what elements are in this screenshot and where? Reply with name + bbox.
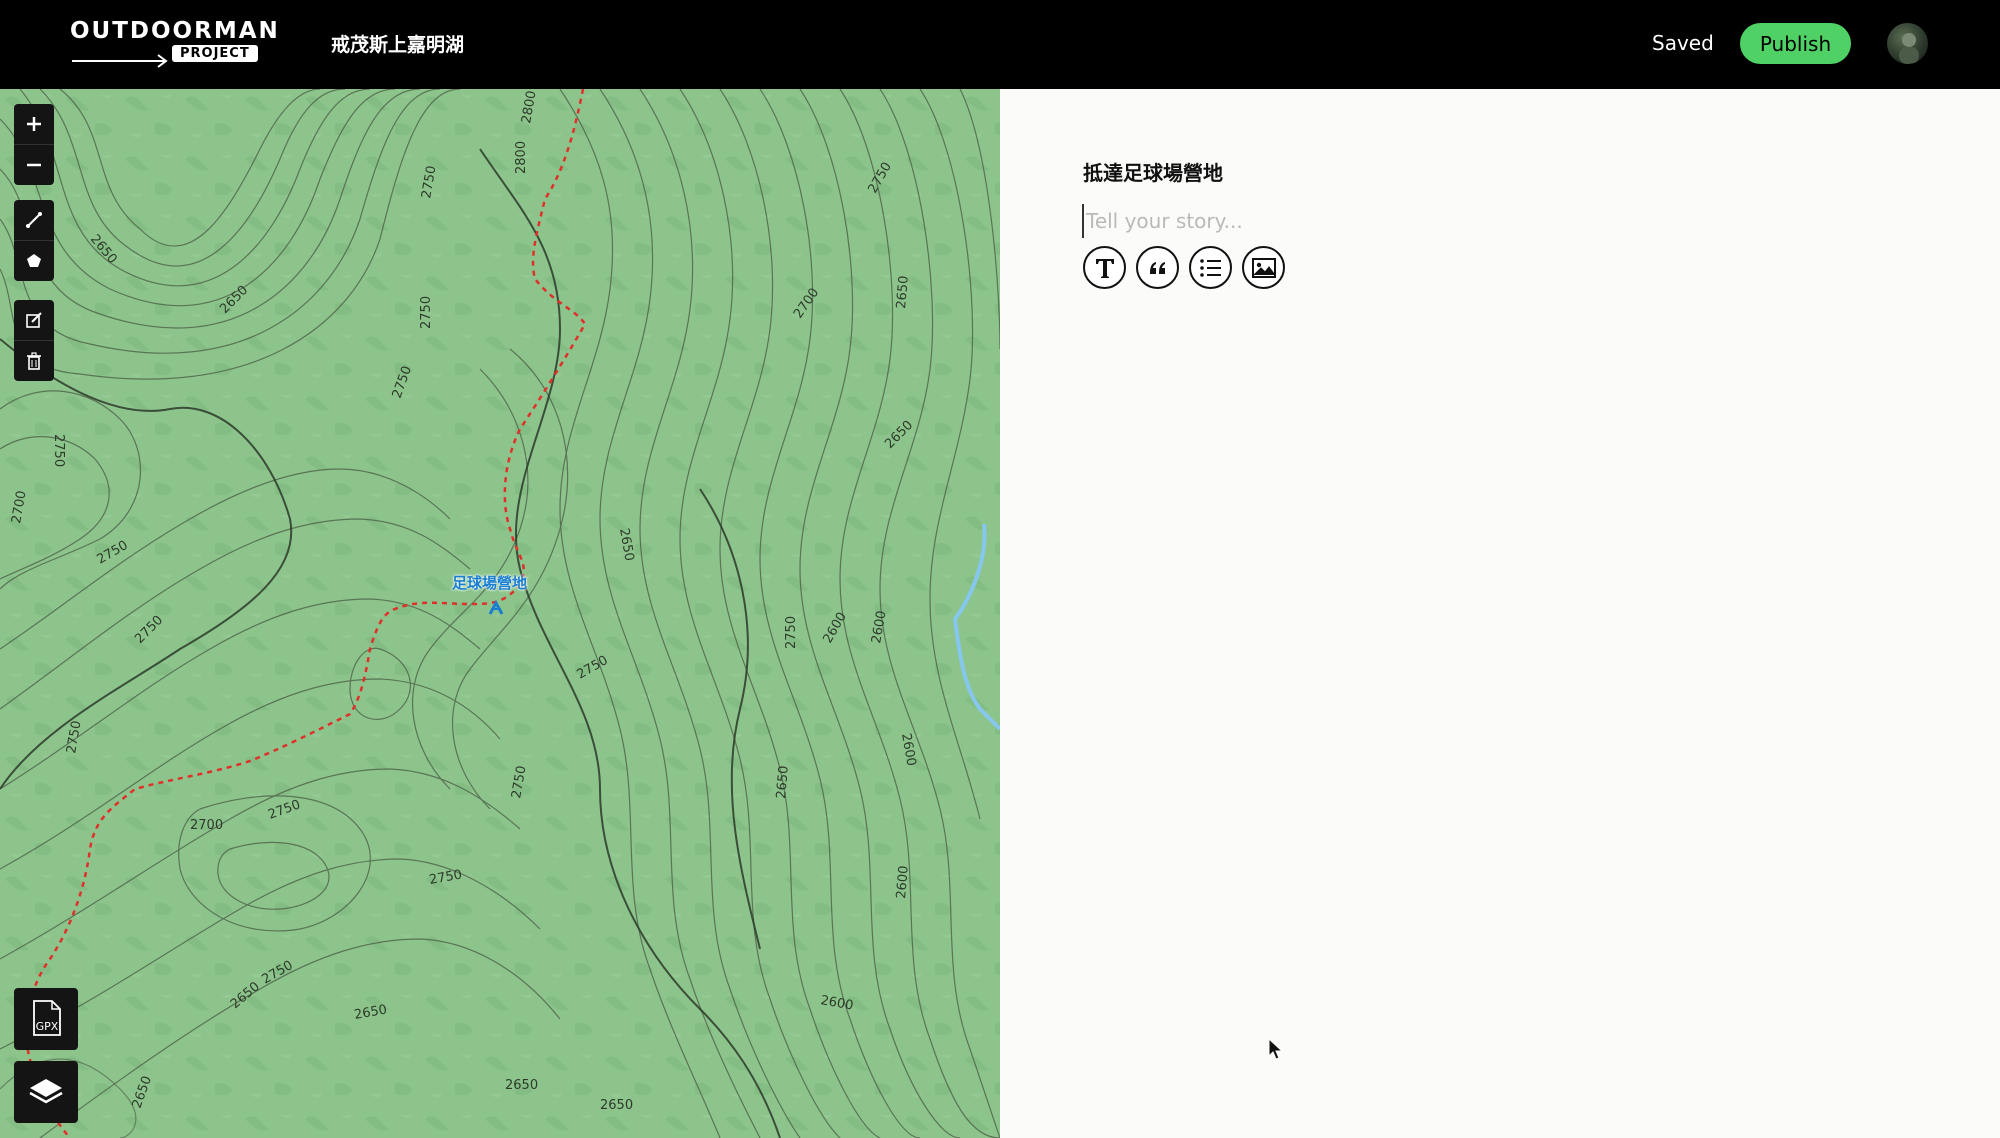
contour-label: 2650 — [774, 765, 792, 799]
zoom-out-icon — [27, 163, 41, 167]
logo-main-text: OUTDOORMAN — [70, 18, 280, 44]
contour-label: 2700 — [190, 818, 223, 833]
publish-button[interactable]: Publish — [1740, 23, 1851, 64]
image-icon — [1251, 257, 1276, 278]
draw-polygon-button[interactable] — [14, 240, 54, 281]
contour-label: 2600 — [894, 865, 912, 899]
draw-line-icon — [26, 212, 42, 228]
draw-polygon-icon — [27, 254, 41, 267]
trash-icon — [27, 352, 41, 370]
contour-label: 2750 — [784, 616, 799, 649]
edit-button[interactable] — [14, 300, 54, 340]
gpx-file-icon: GPX — [33, 1000, 61, 1036]
trip-title[interactable]: 戒茂斯上嘉明湖 — [331, 30, 464, 57]
draw-controls — [14, 200, 54, 281]
map-panel[interactable]: 2800 2800 2750 2650 2650 2750 2750 2750 2700 2750… — [0, 89, 1000, 1138]
topographic-map[interactable]: 28002800275026502650 27502750275027002750… — [0, 89, 1000, 1138]
zoom-out-button[interactable] — [14, 144, 54, 185]
contour-label: 2650 — [600, 1098, 633, 1113]
contour-label: 2650 — [505, 1078, 538, 1093]
edit-controls — [14, 300, 54, 381]
draw-line-button[interactable] — [14, 200, 54, 240]
text-block-button[interactable] — [1083, 246, 1126, 289]
list-block-button[interactable] — [1189, 246, 1232, 289]
zoom-controls — [14, 104, 54, 185]
gpx-upload-button[interactable]: GPX — [14, 988, 78, 1050]
story-input[interactable] — [1082, 204, 1688, 238]
avatar-photo — [1899, 33, 1919, 64]
contour-label: 2650 — [894, 275, 912, 309]
quote-block-button[interactable] — [1136, 246, 1179, 289]
zoom-in-icon — [27, 117, 41, 131]
avatar[interactable] — [1887, 23, 1928, 64]
gpx-label: GPX — [36, 1020, 59, 1033]
saved-status: Saved — [1652, 31, 1714, 55]
image-block-button[interactable] — [1242, 246, 1285, 289]
mouse-cursor-icon — [1268, 1038, 1284, 1060]
layers-button[interactable] — [14, 1061, 78, 1123]
logo[interactable]: OUTDOORMAN PROJECT — [70, 18, 278, 68]
layers-icon — [29, 1079, 63, 1104]
format-toolbar — [1083, 246, 1285, 292]
contour-label: 2750 — [51, 434, 66, 467]
list-icon — [1199, 258, 1221, 277]
edit-icon — [26, 312, 42, 328]
delete-button[interactable] — [14, 340, 54, 381]
quote-icon — [1149, 261, 1165, 274]
campsite-label[interactable]: 足球場營地 — [452, 572, 527, 593]
contour-label: 2750 — [419, 296, 434, 329]
top-bar: OUTDOORMAN PROJECT 戒茂斯上嘉明湖 Saved Publish — [0, 0, 2000, 89]
logo-sub-text: PROJECT — [172, 45, 258, 62]
story-editor: 抵達足球場營地 — [1000, 89, 2000, 1138]
section-heading[interactable]: 抵達足球場營地 — [1083, 157, 1223, 186]
text-icon — [1095, 258, 1114, 278]
zoom-in-button[interactable] — [14, 104, 54, 144]
contour-label: 2800 — [514, 141, 529, 174]
